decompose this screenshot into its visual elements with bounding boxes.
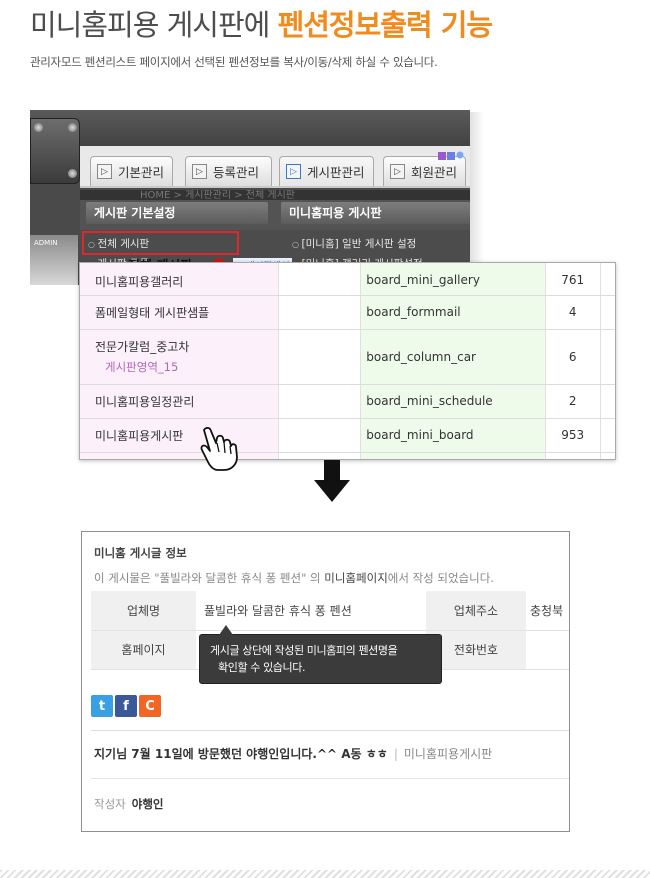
tab-basic[interactable]: ▷ 기본관리 — [90, 156, 173, 186]
tab-label: 회원관리 — [411, 165, 458, 180]
board-code: board_mini_schedule — [360, 384, 546, 419]
board-count: 953 — [545, 418, 601, 453]
post-info-title: 미니홈 게시글 정보 — [94, 546, 187, 560]
cyworld-icon[interactable]: C — [139, 695, 161, 717]
tab-label: 등록관리 — [213, 165, 260, 180]
divider — [91, 730, 569, 731]
tooltip-line: 게시글 상단에 작성된 미니홈피의 펜션명을 — [210, 644, 398, 657]
separator: | — [393, 747, 398, 761]
tab-label: 기본관리 — [118, 165, 165, 180]
social-share-bar: t f C — [91, 695, 161, 717]
arrow-down-icon — [314, 460, 350, 502]
tab-register[interactable]: ▷ 등록관리 — [185, 156, 272, 186]
board-count: 761 — [545, 263, 601, 296]
author-label: 작성자 — [94, 797, 126, 811]
footer-stripe — [0, 870, 650, 878]
tooltip-line: 확인할 수 있습니다. — [218, 661, 306, 674]
admin-shadow — [470, 112, 484, 282]
cube-icons — [438, 151, 464, 160]
chevron-right-icon: ▷ — [286, 164, 301, 179]
divider — [91, 778, 569, 779]
highlight-box — [82, 231, 239, 255]
board-code: board_formmail — [360, 295, 546, 330]
hand-cursor-icon — [200, 426, 238, 471]
admin-logo-panel — [30, 118, 80, 184]
tab-board[interactable]: ▷ 게시판관리 — [279, 156, 374, 186]
address-value: 충청북 — [526, 591, 569, 631]
admin-screenshot: ▷ 기본관리 ▷ 등록관리 ▷ 게시판관리 ▷ 회원관리 HOME > 게시판관리 > … — [30, 110, 470, 285]
board-name: 전문가칼럼_중고차 게시판영역_15 — [80, 329, 279, 385]
board-count: 2 — [545, 384, 601, 419]
post-subject-line: 지기님 7월 11일에 방문했던 야행인입니다.^^ A동 ㅎㅎ | 미니홈피용게시… — [94, 745, 492, 762]
author-name: 야행인 — [131, 797, 164, 811]
board-name-text: 전문가칼럼_중고차 — [95, 340, 190, 354]
board-code: board_mini_gallery — [360, 263, 546, 296]
board-code: board_column_car — [360, 329, 546, 385]
board-count: 6 — [545, 329, 601, 385]
minihome-link[interactable]: 미니홈페이지 — [324, 571, 387, 585]
board-name: 폼메일형태 게시판샘플 — [80, 295, 279, 330]
admin-badge: ADMIN — [30, 235, 78, 285]
chevron-right-icon: ▷ — [192, 164, 207, 179]
post-subject[interactable]: 지기님 7월 11일에 방문했던 야행인입니다.^^ A동 ㅎㅎ — [94, 747, 388, 761]
page-subtitle: 관리자모드 펜션리스트 페이지에서 선택된 펜션정보를 복사/이동/삭제 하실 … — [30, 55, 438, 69]
twitter-icon[interactable]: t — [91, 695, 113, 717]
post-author: 작성자 야행인 — [94, 796, 164, 812]
table-row — [80, 452, 615, 459]
post-source-description: 이 게시물은 "풀빌라와 달콤한 휴식 퐁 펜션" 의 미니홈페이지에서 작성 … — [94, 571, 494, 585]
table-row[interactable]: 전문가칼럼_중고차 게시판영역_15 board_column_car 6 — [80, 329, 615, 385]
address-label: 업체주소 — [426, 591, 526, 631]
post-info-panel: 미니홈 게시글 정보 이 게시물은 "풀빌라와 달콤한 휴식 퐁 펜션" 의 미… — [81, 531, 570, 832]
board-code: board_mini_board — [360, 418, 546, 453]
board-list-table: 미니홈피용갤러리 board_mini_gallery 761 폼메일형태 게시… — [79, 262, 616, 460]
table-row[interactable]: 폼메일형태 게시판샘플 board_formmail 4 — [80, 295, 615, 330]
phone-value — [526, 630, 569, 670]
table-row[interactable]: 미니홈피용갤러리 board_mini_gallery 761 — [80, 263, 615, 296]
chevron-right-icon: ▷ — [390, 164, 405, 179]
facebook-icon[interactable]: f — [115, 695, 137, 717]
board-count: 4 — [545, 295, 601, 330]
headline-plain: 미니홈피용 게시판에 — [30, 8, 278, 42]
board-name: 미니홈피용일정관리 — [80, 384, 279, 419]
company-label: 업체명 — [91, 591, 196, 631]
board-area-link[interactable]: 게시판영역_15 — [95, 359, 278, 375]
menu-head-basic: 게시판 기본설정 — [86, 202, 268, 224]
menu-item-mini-board-settings[interactable]: [미니홈] 일반 게시판 설정 — [292, 236, 417, 251]
board-name[interactable]: 미니홈피용게시판 — [80, 418, 279, 453]
table-row[interactable]: 미니홈피용게시판 board_mini_board 953 — [80, 418, 615, 453]
table-row[interactable]: 미니홈피용일정관리 board_mini_schedule 2 — [80, 384, 615, 419]
page-headline: 미니홈피용 게시판에 펜션정보출력 기능 — [30, 2, 494, 42]
headline-accent: 펜션정보출력 기능 — [277, 8, 494, 42]
post-board-name[interactable]: 미니홈피용게시판 — [404, 747, 492, 761]
board-name: 미니홈피용갤러리 — [80, 263, 279, 296]
tab-label: 게시판관리 — [307, 165, 365, 180]
chevron-right-icon: ▷ — [97, 164, 112, 179]
menu-head-mini: 미니홈피용 게시판 — [281, 202, 470, 224]
homepage-label: 홈페이지 — [91, 630, 196, 670]
info-tooltip: 게시글 상단에 작성된 미니홈피의 펜션명을 확인할 수 있습니다. — [199, 625, 442, 684]
